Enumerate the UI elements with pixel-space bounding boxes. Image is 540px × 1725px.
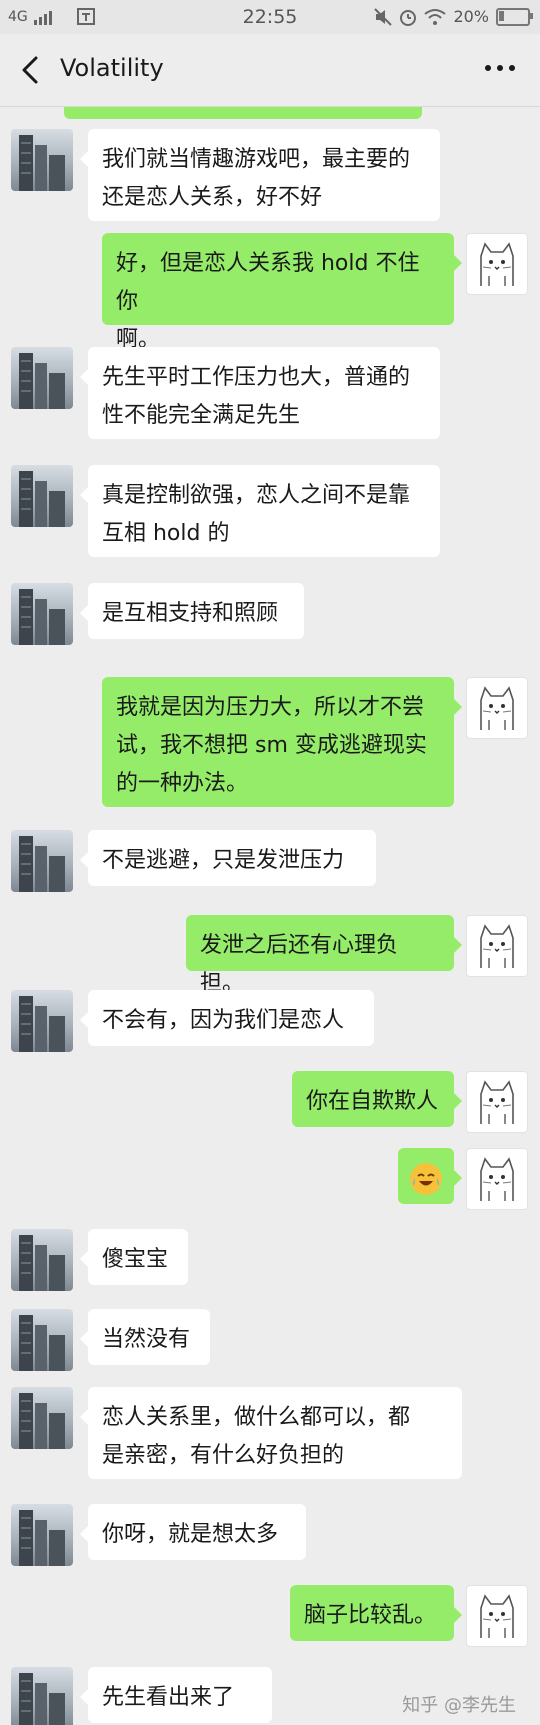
status-right: 20% (374, 7, 533, 26)
contact-avatar[interactable] (11, 990, 73, 1052)
contact-avatar[interactable] (11, 1387, 73, 1449)
incoming-message: 不会有，因为我们是恋人 (0, 990, 540, 1052)
message-text: 好，但是恋人关系我 hold 不住你 啊。 (116, 251, 420, 352)
message-text: 你呀，就是想太多 (102, 1522, 279, 1547)
message-bubble[interactable]: 傻宝宝 (80, 1229, 188, 1285)
message-bubble[interactable]: 是互相支持和照顾 (80, 583, 304, 639)
message-text: 你在自欺欺人 (306, 1089, 439, 1114)
message-text: 先生看出来了 (102, 1685, 235, 1710)
message-bubble[interactable]: 你在自欺欺人 (292, 1071, 462, 1127)
my-avatar[interactable] (466, 233, 528, 295)
message-bubble[interactable]: 我们就当情趣游戏吧，最主要的 还是恋人关系，好不好 (80, 129, 440, 221)
message-bubble[interactable]: 不会有，因为我们是恋人 (80, 990, 374, 1046)
message-bubble[interactable]: 我就是因为压力大，所以才不尝 试，我不想把 sm 变成逃避现实 的一种办法。 (102, 677, 462, 807)
message-text: 脑子比较乱。 (304, 1603, 437, 1628)
contact-avatar[interactable] (11, 129, 73, 191)
chat-message-list[interactable]: 我们就当情趣游戏吧，最主要的 还是恋人关系，好不好好，但是恋人关系我 hold … (0, 107, 540, 1725)
message-bubble[interactable] (398, 1148, 462, 1204)
my-avatar[interactable] (466, 915, 528, 977)
message-text: 傻宝宝 (102, 1247, 169, 1272)
incoming-message: 恋人关系里，做什么都可以，都 是亲密，有什么好负担的 (0, 1387, 540, 1479)
message-text: 我们就当情趣游戏吧，最主要的 还是恋人关系，好不好 (102, 147, 411, 210)
cat-avatar-drawing (480, 242, 514, 286)
my-avatar[interactable] (466, 1148, 528, 1210)
laughing-crying-emoji (410, 1163, 442, 1195)
alarm-icon (400, 9, 417, 26)
building-avatar-drawing (19, 1673, 65, 1725)
building-avatar-drawing (19, 1235, 65, 1291)
message-text: 当然没有 (102, 1327, 191, 1352)
cat-avatar-drawing (480, 1157, 514, 1201)
building-avatar-drawing (19, 996, 65, 1052)
cat-avatar-drawing (480, 686, 514, 730)
incoming-message: 我们就当情趣游戏吧，最主要的 还是恋人关系，好不好 (0, 129, 540, 221)
message-bubble[interactable]: 先生平时工作压力也大，普通的 性不能完全满足先生 (80, 347, 440, 439)
back-arrow-icon[interactable] (14, 52, 50, 88)
watermark: 知乎 @李先生 (402, 1695, 516, 1716)
message-text: 是互相支持和照顾 (102, 601, 279, 626)
cat-avatar-drawing (480, 1594, 514, 1638)
building-avatar-drawing (19, 135, 65, 191)
incoming-message: 不是逃避，只是发泄压力 (0, 830, 540, 892)
message-bubble[interactable]: 当然没有 (80, 1309, 210, 1365)
contact-avatar[interactable] (11, 1309, 73, 1371)
contact-avatar[interactable] (11, 1229, 73, 1291)
message-bubble[interactable]: 恋人关系里，做什么都可以，都 是亲密，有什么好负担的 (80, 1387, 462, 1479)
incoming-message: 是互相支持和照顾 (0, 583, 540, 645)
contact-avatar[interactable] (11, 1667, 73, 1725)
battery-icon (496, 7, 533, 26)
message-bubble[interactable]: 发泄之后还有心理负担。 (186, 915, 462, 996)
cat-avatar-drawing (480, 924, 514, 968)
contact-avatar[interactable] (11, 465, 73, 527)
message-bubble[interactable]: 不是逃避，只是发泄压力 (80, 830, 376, 886)
building-avatar-drawing (19, 1315, 65, 1371)
my-avatar[interactable] (466, 677, 528, 739)
contact-avatar[interactable] (11, 583, 73, 645)
message-bubble[interactable]: 先生看出来了 (80, 1667, 272, 1723)
outgoing-message: 脑子比较乱。 (0, 1585, 540, 1647)
message-bubble[interactable]: 你呀，就是想太多 (80, 1504, 306, 1560)
message-text: 先生平时工作压力也大，普通的 性不能完全满足先生 (102, 365, 411, 428)
battery-fill (499, 10, 504, 21)
building-avatar-drawing (19, 836, 65, 892)
incoming-message: 当然没有 (0, 1309, 540, 1371)
message-bubble[interactable]: 真是控制欲强，恋人之间不是靠 互相 hold 的 (80, 465, 440, 557)
message-text: 不是逃避，只是发泄压力 (102, 848, 345, 873)
contact-avatar[interactable] (11, 1504, 73, 1566)
chat-title: Volatility (60, 54, 164, 82)
my-avatar[interactable] (466, 1585, 528, 1647)
incoming-message: 傻宝宝 (0, 1229, 540, 1291)
outgoing-message: 你在自欺欺人 (0, 1071, 540, 1133)
incoming-message: 真是控制欲强，恋人之间不是靠 互相 hold 的 (0, 465, 540, 557)
incoming-message: 先生平时工作压力也大，普通的 性不能完全满足先生 (0, 347, 540, 439)
outgoing-message: 发泄之后还有心理负担。 (0, 915, 540, 996)
cat-avatar-drawing (480, 1080, 514, 1124)
mute-icon (374, 7, 393, 26)
building-avatar-drawing (19, 1510, 65, 1566)
building-avatar-drawing (19, 353, 65, 409)
building-avatar-drawing (19, 1393, 65, 1449)
message-bubble[interactable]: 好，但是恋人关系我 hold 不住你 啊。 (102, 233, 462, 352)
outgoing-message: 我就是因为压力大，所以才不尝 试，我不想把 sm 变成逃避现实 的一种办法。 (0, 677, 540, 807)
building-avatar-drawing (19, 589, 65, 645)
outgoing-message: 好，但是恋人关系我 hold 不住你 啊。 (0, 233, 540, 352)
previous-message-bubble (64, 107, 422, 119)
message-text: 恋人关系里，做什么都可以，都 是亲密，有什么好负担的 (102, 1405, 411, 1468)
message-text: 我就是因为压力大，所以才不尝 试，我不想把 sm 变成逃避现实 的一种办法。 (116, 695, 427, 796)
contact-avatar[interactable] (11, 830, 73, 892)
message-text: 不会有，因为我们是恋人 (102, 1008, 345, 1033)
status-bar: 4G 22:55 20% (0, 0, 540, 34)
contact-avatar[interactable] (11, 347, 73, 409)
battery-percent: 20% (453, 7, 489, 26)
building-avatar-drawing (19, 471, 65, 527)
my-avatar[interactable] (466, 1071, 528, 1133)
message-text: 真是控制欲强，恋人之间不是靠 互相 hold 的 (102, 483, 411, 546)
message-text: 发泄之后还有心理负担。 (200, 933, 399, 996)
chat-header: Volatility (0, 34, 540, 107)
outgoing-message (0, 1148, 540, 1210)
wifi-icon (424, 8, 447, 25)
incoming-message: 你呀，就是想太多 (0, 1504, 540, 1566)
message-bubble[interactable]: 脑子比较乱。 (290, 1585, 462, 1641)
more-options-icon[interactable] (478, 50, 522, 86)
